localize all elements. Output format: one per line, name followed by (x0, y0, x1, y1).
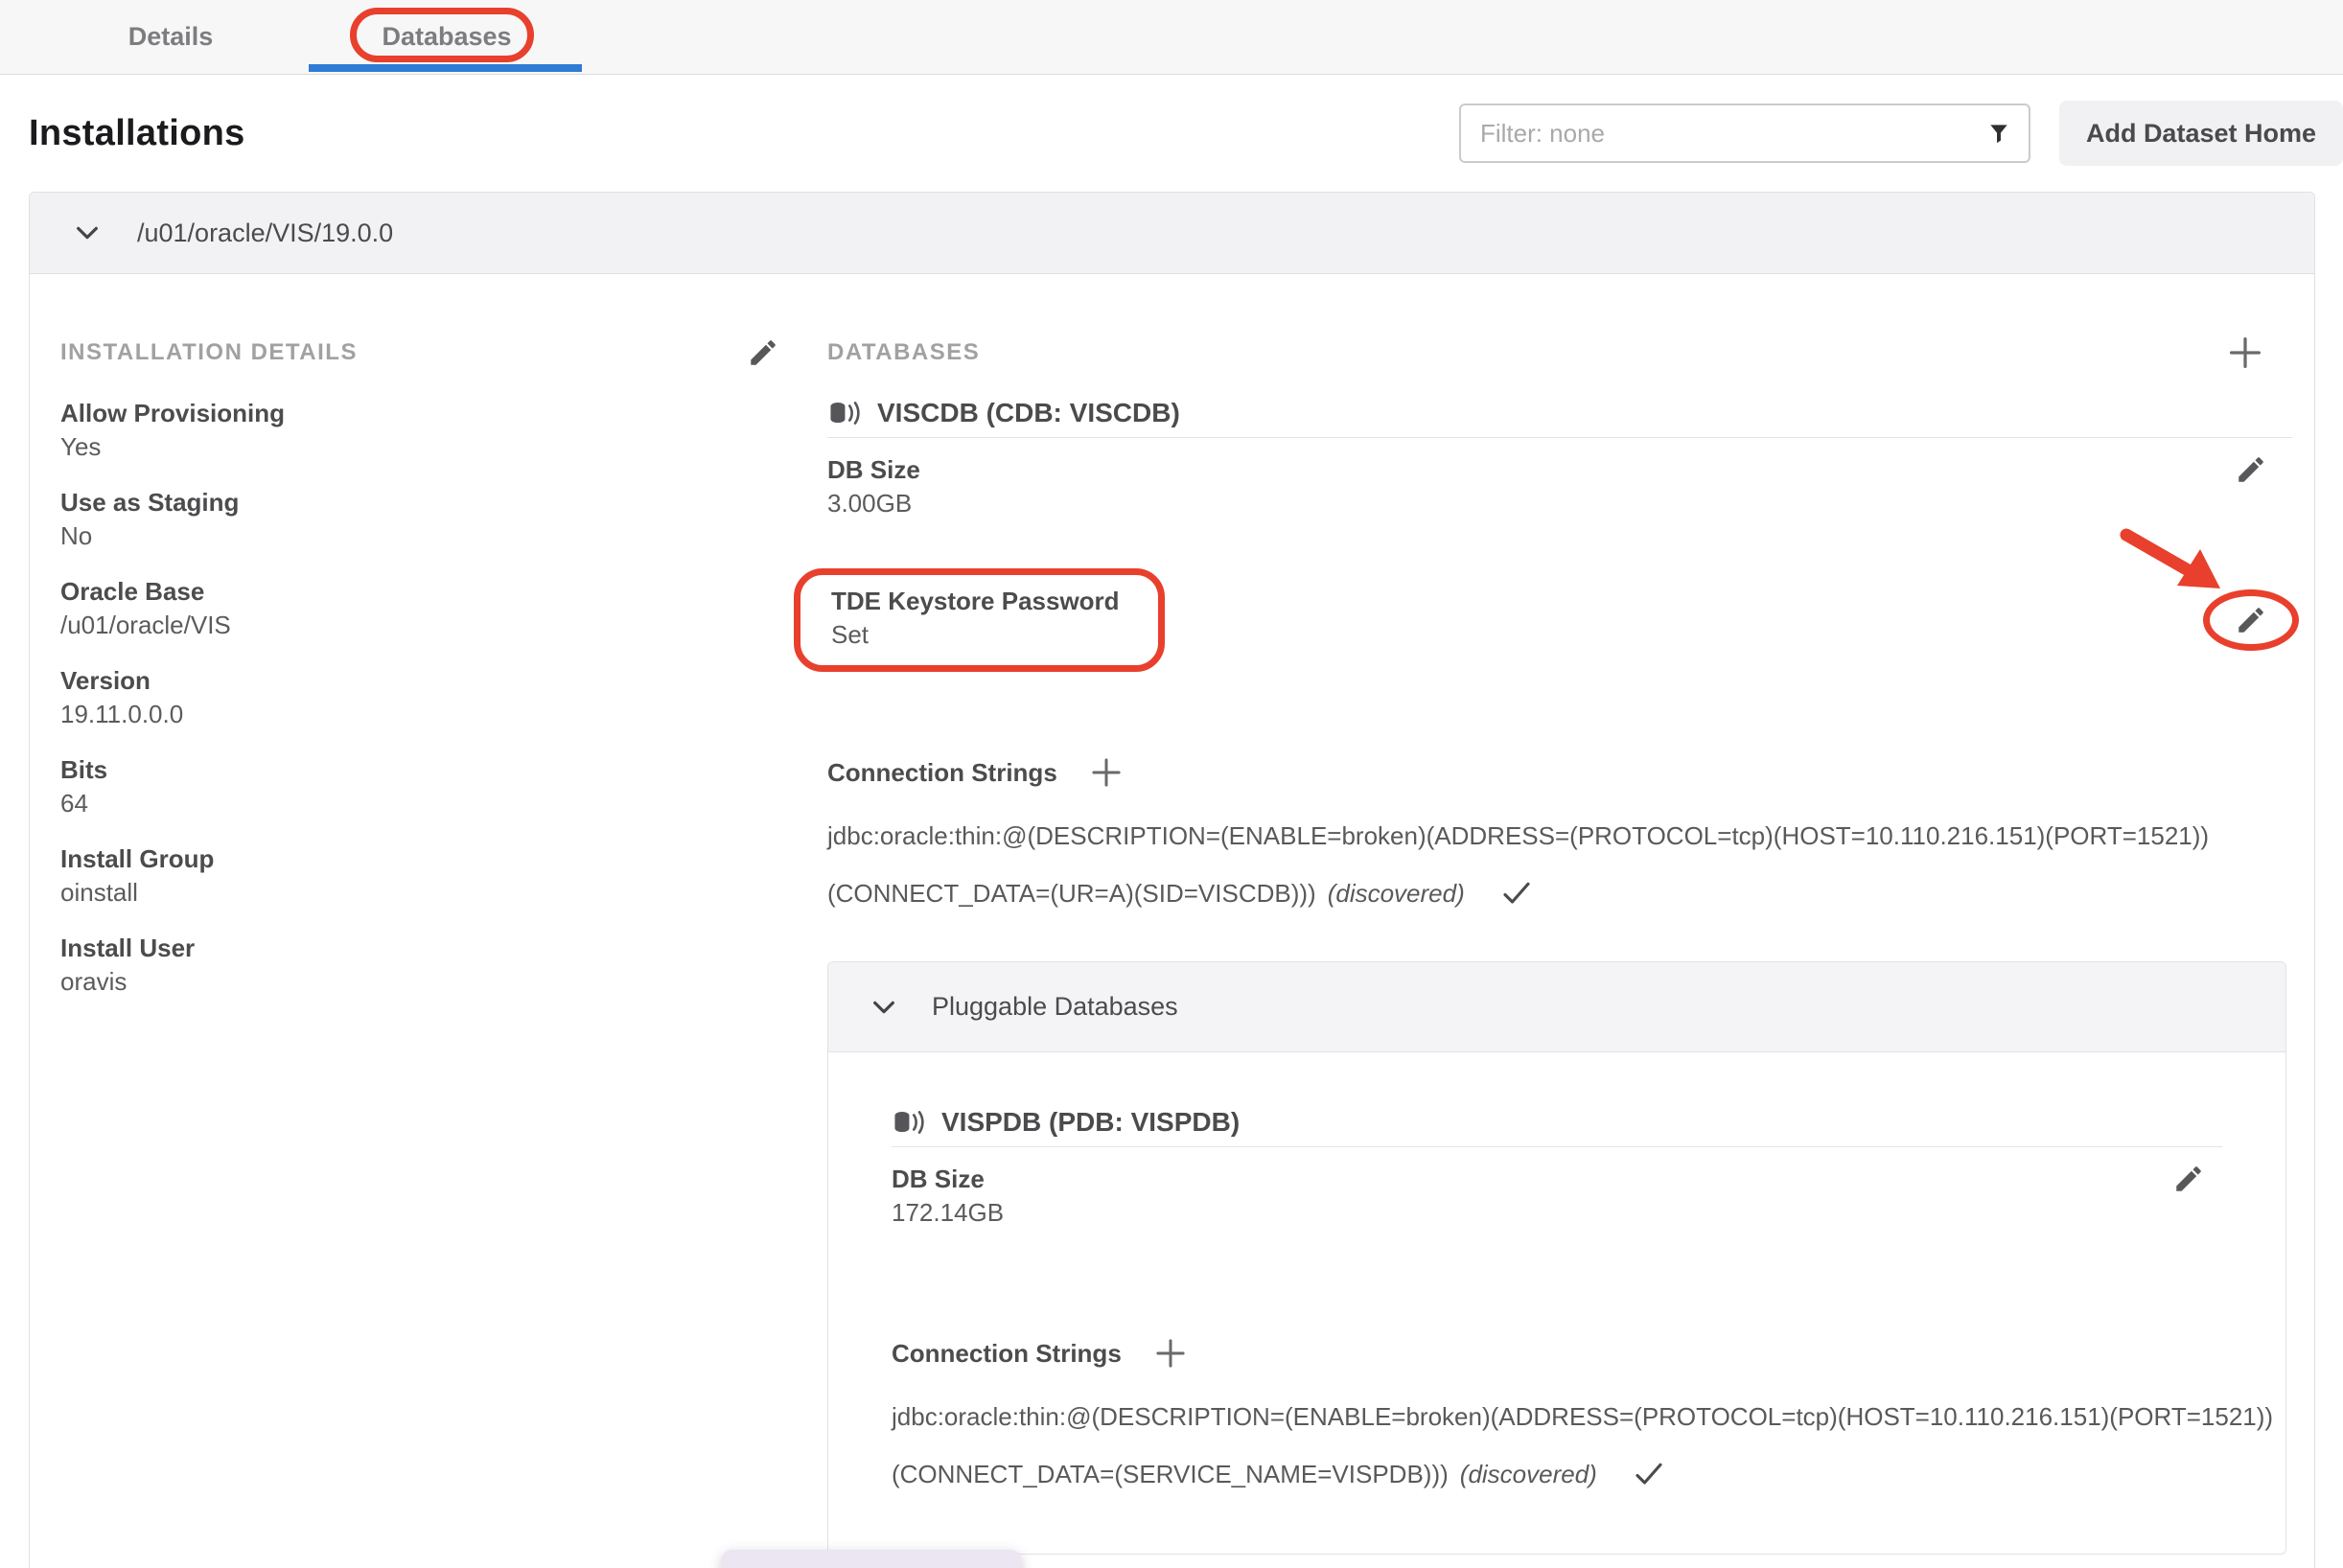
field-allow-provisioning: Allow Provisioning Yes (60, 397, 779, 464)
check-icon (1499, 876, 1534, 911)
installation-card: /u01/oracle/VIS/19.0.0 INSTALLATION DETA… (29, 192, 2315, 1568)
edit-pencil-icon (2235, 604, 2267, 636)
tab-details[interactable]: Details (33, 0, 309, 74)
cdb-name-row: VISCDB (CDB: VISCDB) (827, 397, 2292, 438)
add-database-button[interactable] (2223, 331, 2267, 375)
field-value: 19.11.0.0.0 (60, 698, 779, 731)
field-value: oinstall (60, 876, 779, 910)
field-bits: Bits 64 (60, 753, 779, 820)
field-install-user: Install User oravis (60, 932, 779, 999)
pdb-name: VISPDB (PDB: VISPDB) (941, 1106, 1240, 1139)
chevron-down-icon (869, 992, 899, 1023)
installation-details-heading: INSTALLATION DETAILS (60, 339, 358, 366)
annotation-box-tde: TDE Keystore Password Set (794, 568, 1165, 672)
cdb-connection-strings-head: Connection Strings (827, 752, 2292, 793)
db-size-label: DB Size (892, 1163, 1004, 1196)
tde-edit-area (2235, 604, 2267, 636)
page-head: Installations Add Dataset Home (0, 75, 2343, 192)
filter-box[interactable] (1459, 104, 2030, 163)
installation-body: INSTALLATION DETAILS Allow Provisioning … (30, 274, 2314, 1555)
field-label: Oracle Base (60, 575, 779, 609)
field-value: Yes (60, 430, 779, 464)
pluggable-databases-card: Pluggable Databases VISPDB (PDB: VISPDB)… (827, 961, 2286, 1555)
tde-row: TDE Keystore Password Set (827, 568, 2292, 672)
edit-tde-keystore-button[interactable] (2235, 604, 2267, 636)
field-label: Install User (60, 932, 779, 965)
tab-databases-label: Databases (382, 22, 511, 52)
connection-strings-label: Connection Strings (892, 1337, 1122, 1371)
field-install-group: Install Group oinstall (60, 842, 779, 910)
edit-db-size-button[interactable] (2235, 453, 2267, 486)
cdb-db-size-row: DB Size 3.00GB (827, 453, 2292, 520)
installation-header[interactable]: /u01/oracle/VIS/19.0.0 (30, 193, 2314, 274)
chevron-down-icon (72, 218, 103, 248)
filter-input[interactable] (1480, 119, 1986, 149)
discovered-note: (discovered) (1460, 1458, 1597, 1491)
field-value: oravis (60, 965, 779, 999)
field-label: Allow Provisioning (60, 397, 779, 430)
add-connection-string-button[interactable] (1150, 1333, 1191, 1373)
db-size-label: DB Size (827, 453, 920, 487)
cdb-jdbc-line2-text: (CONNECT_DATA=(UR=A)(SID=VISCDB))) (827, 877, 1316, 911)
cdb-name: VISCDB (CDB: VISCDB) (877, 397, 1180, 429)
database-icon (827, 399, 862, 427)
pdb-jdbc-line2-text: (CONNECT_DATA=(SERVICE_NAME=VISPDB))) (892, 1458, 1449, 1491)
pdb-db-size-row: DB Size 172.14GB (892, 1163, 2222, 1230)
tde-value: Set (831, 618, 1120, 652)
field-value: 64 (60, 787, 779, 820)
tab-bar: Details Databases (0, 0, 2343, 75)
pdb-connection-strings-head: Connection Strings (892, 1333, 2222, 1373)
db-size-value: 172.14GB (892, 1196, 1004, 1230)
edit-pdb-db-size-button[interactable] (2172, 1163, 2205, 1195)
active-tab-underline (309, 64, 582, 72)
field-value: /u01/oracle/VIS (60, 609, 779, 642)
field-label: Install Group (60, 842, 779, 876)
installation-path: /u01/oracle/VIS/19.0.0 (137, 219, 393, 248)
cdb-jdbc-line2: (CONNECT_DATA=(UR=A)(SID=VISCDB))) (disc… (827, 876, 2292, 911)
tab-databases[interactable]: Databases (309, 0, 585, 74)
add-dataset-home-button[interactable]: Add Dataset Home (2059, 101, 2343, 166)
edit-installation-details-button[interactable] (747, 336, 779, 369)
check-icon (1632, 1457, 1666, 1491)
page-title: Installations (29, 113, 245, 154)
edit-pencil-icon (2235, 453, 2267, 486)
add-connection-string-button[interactable] (1086, 752, 1126, 793)
field-value: No (60, 519, 779, 553)
databases-column: DATABASES VISCDB (CDB: VISCDB) DB Size 3… (827, 335, 2292, 1555)
pluggable-databases-label: Pluggable Databases (932, 992, 1178, 1022)
connection-strings-label: Connection Strings (827, 756, 1057, 790)
pdb-jdbc-line1: jdbc:oracle:thin:@(DESCRIPTION=(ENABLE=b… (892, 1400, 2222, 1434)
pdb-name-row: VISPDB (PDB: VISPDB) (892, 1106, 2222, 1147)
databases-heading: DATABASES (827, 339, 980, 366)
field-label: Version (60, 664, 779, 698)
plus-icon (2223, 331, 2267, 375)
partial-bottom-button[interactable] (721, 1550, 1022, 1568)
edit-pencil-icon (747, 336, 779, 369)
field-use-as-staging: Use as Staging No (60, 486, 779, 553)
screen: Details Databases Installations Add Data… (0, 0, 2343, 1568)
edit-pencil-icon (2172, 1163, 2205, 1195)
field-label: Use as Staging (60, 486, 779, 519)
tab-details-label: Details (128, 22, 214, 52)
tde-label: TDE Keystore Password (831, 585, 1120, 618)
pdb-jdbc-line2: (CONNECT_DATA=(SERVICE_NAME=VISPDB))) (d… (892, 1457, 2222, 1491)
filter-funnel-icon (1986, 121, 2011, 146)
field-version: Version 19.11.0.0.0 (60, 664, 779, 731)
field-label: Bits (60, 753, 779, 787)
pluggable-databases-header[interactable]: Pluggable Databases (828, 962, 2285, 1052)
head-actions: Add Dataset Home (1459, 101, 2343, 166)
field-oracle-base: Oracle Base /u01/oracle/VIS (60, 575, 779, 642)
cdb-jdbc-line1: jdbc:oracle:thin:@(DESCRIPTION=(ENABLE=b… (827, 819, 2292, 853)
db-size-value: 3.00GB (827, 487, 920, 520)
discovered-note: (discovered) (1328, 877, 1465, 911)
installation-details-column: INSTALLATION DETAILS Allow Provisioning … (60, 335, 779, 1555)
database-icon (892, 1108, 926, 1137)
pluggable-databases-body: VISPDB (PDB: VISPDB) DB Size 172.14GB (828, 1052, 2285, 1554)
plus-icon (1086, 752, 1126, 793)
plus-icon (1150, 1333, 1191, 1373)
